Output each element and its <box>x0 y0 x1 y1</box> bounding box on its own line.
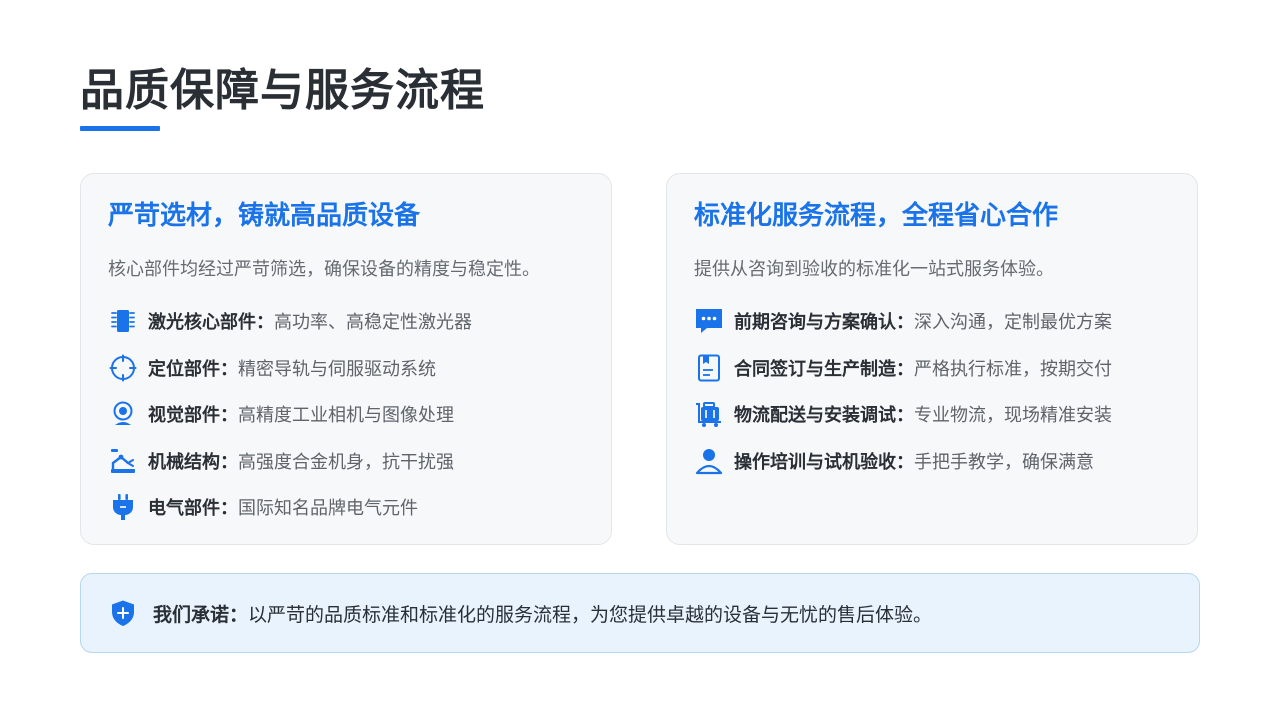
crosshair-icon <box>108 353 138 383</box>
list-item: 合同签订与生产制造 ： 严格执行标准，按期交付 <box>694 353 1112 383</box>
item-separator: ： <box>220 358 238 380</box>
item-separator: ： <box>896 405 914 426</box>
title-underline <box>80 126 160 131</box>
item-text: 专业物流，现场精准安装 <box>914 405 1112 426</box>
service-card-description: 提供从咨询到验收的标准化一站式服务体验。 <box>694 259 1054 280</box>
promise-label: 我们承诺： <box>153 603 249 626</box>
item-label: 物流配送与安装调试 <box>734 405 896 426</box>
item-separator: ： <box>220 498 238 519</box>
item-separator: ： <box>220 405 238 426</box>
list-item: 操作培训与试机验收 ： 手把手教学，确保满意 <box>694 446 1112 476</box>
quality-item-list: 激光核心部件 ： 高功率、高稳定性激光器 定位部件 ： 精密导轨与伺服驱动系统 … <box>108 306 472 539</box>
service-card: 标准化服务流程，全程省心合作 提供从咨询到验收的标准化一站式服务体验。 前期咨询… <box>666 173 1198 545</box>
item-separator: ： <box>256 312 274 333</box>
item-label: 机械结构 <box>148 451 220 473</box>
service-item-list: 前期咨询与方案确认 ： 深入沟通，定制最优方案 合同签订与生产制造 ： 严格执行… <box>694 306 1112 492</box>
promise-banner: 我们承诺： 以严苛的品质标准和标准化的服务流程，为您提供卓越的设备与无忧的售后体… <box>80 573 1200 653</box>
item-label: 合同签订与生产制造 <box>734 358 896 380</box>
item-text: 手把手教学，确保满意 <box>914 451 1094 473</box>
chat-icon <box>694 306 724 336</box>
service-card-title: 标准化服务流程，全程省心合作 <box>694 201 1059 231</box>
list-item: 定位部件 ： 精密导轨与伺服驱动系统 <box>108 353 472 383</box>
truck-icon <box>694 399 724 429</box>
item-text: 高精度工业相机与图像处理 <box>238 405 454 426</box>
list-item: 前期咨询与方案确认 ： 深入沟通，定制最优方案 <box>694 306 1112 336</box>
item-text: 深入沟通，定制最优方案 <box>914 312 1112 333</box>
item-separator: ： <box>896 451 914 473</box>
list-item: 电气部件 ： 国际知名品牌电气元件 <box>108 492 472 522</box>
promise-text: 以严苛的品质标准和标准化的服务流程，为您提供卓越的设备与无忧的售后体验。 <box>248 603 933 626</box>
item-label: 激光核心部件 <box>148 312 256 333</box>
page-title: 品质保障与服务流程 <box>80 65 485 116</box>
quality-card-description: 核心部件均经过严苛筛选，确保设备的精度与稳定性。 <box>108 259 540 280</box>
item-separator: ： <box>220 451 238 473</box>
item-text: 国际知名品牌电气元件 <box>238 498 418 519</box>
list-item: 物流配送与安装调试 ： 专业物流，现场精准安装 <box>694 399 1112 429</box>
chip-icon <box>108 306 138 336</box>
contract-icon <box>694 353 724 383</box>
user-icon <box>694 446 724 476</box>
item-label: 前期咨询与方案确认 <box>734 312 896 333</box>
quality-card-title: 严苛选材，铸就高品质设备 <box>108 201 421 231</box>
plug-icon <box>108 492 138 522</box>
item-label: 电气部件 <box>148 498 220 519</box>
slide: 品质保障与服务流程 严苛选材，铸就高品质设备 核心部件均经过严苛筛选，确保设备的… <box>0 0 1280 720</box>
list-item: 视觉部件 ： 高精度工业相机与图像处理 <box>108 399 472 429</box>
item-separator: ： <box>896 358 914 380</box>
item-text: 高强度合金机身，抗干扰强 <box>238 451 454 473</box>
shield-plus-icon <box>107 597 139 629</box>
item-label: 视觉部件 <box>148 405 220 426</box>
item-text: 严格执行标准，按期交付 <box>914 358 1112 380</box>
item-label: 操作培训与试机验收 <box>734 451 896 473</box>
item-label: 定位部件 <box>148 358 220 380</box>
item-text: 高功率、高稳定性激光器 <box>274 312 472 333</box>
robot-arm-icon <box>108 446 138 476</box>
quality-card: 严苛选材，铸就高品质设备 核心部件均经过严苛筛选，确保设备的精度与稳定性。 激光… <box>80 173 612 545</box>
list-item: 机械结构 ： 高强度合金机身，抗干扰强 <box>108 446 472 476</box>
camera-icon <box>108 399 138 429</box>
list-item: 激光核心部件 ： 高功率、高稳定性激光器 <box>108 306 472 336</box>
item-text: 精密导轨与伺服驱动系统 <box>238 358 436 380</box>
item-separator: ： <box>896 312 914 333</box>
